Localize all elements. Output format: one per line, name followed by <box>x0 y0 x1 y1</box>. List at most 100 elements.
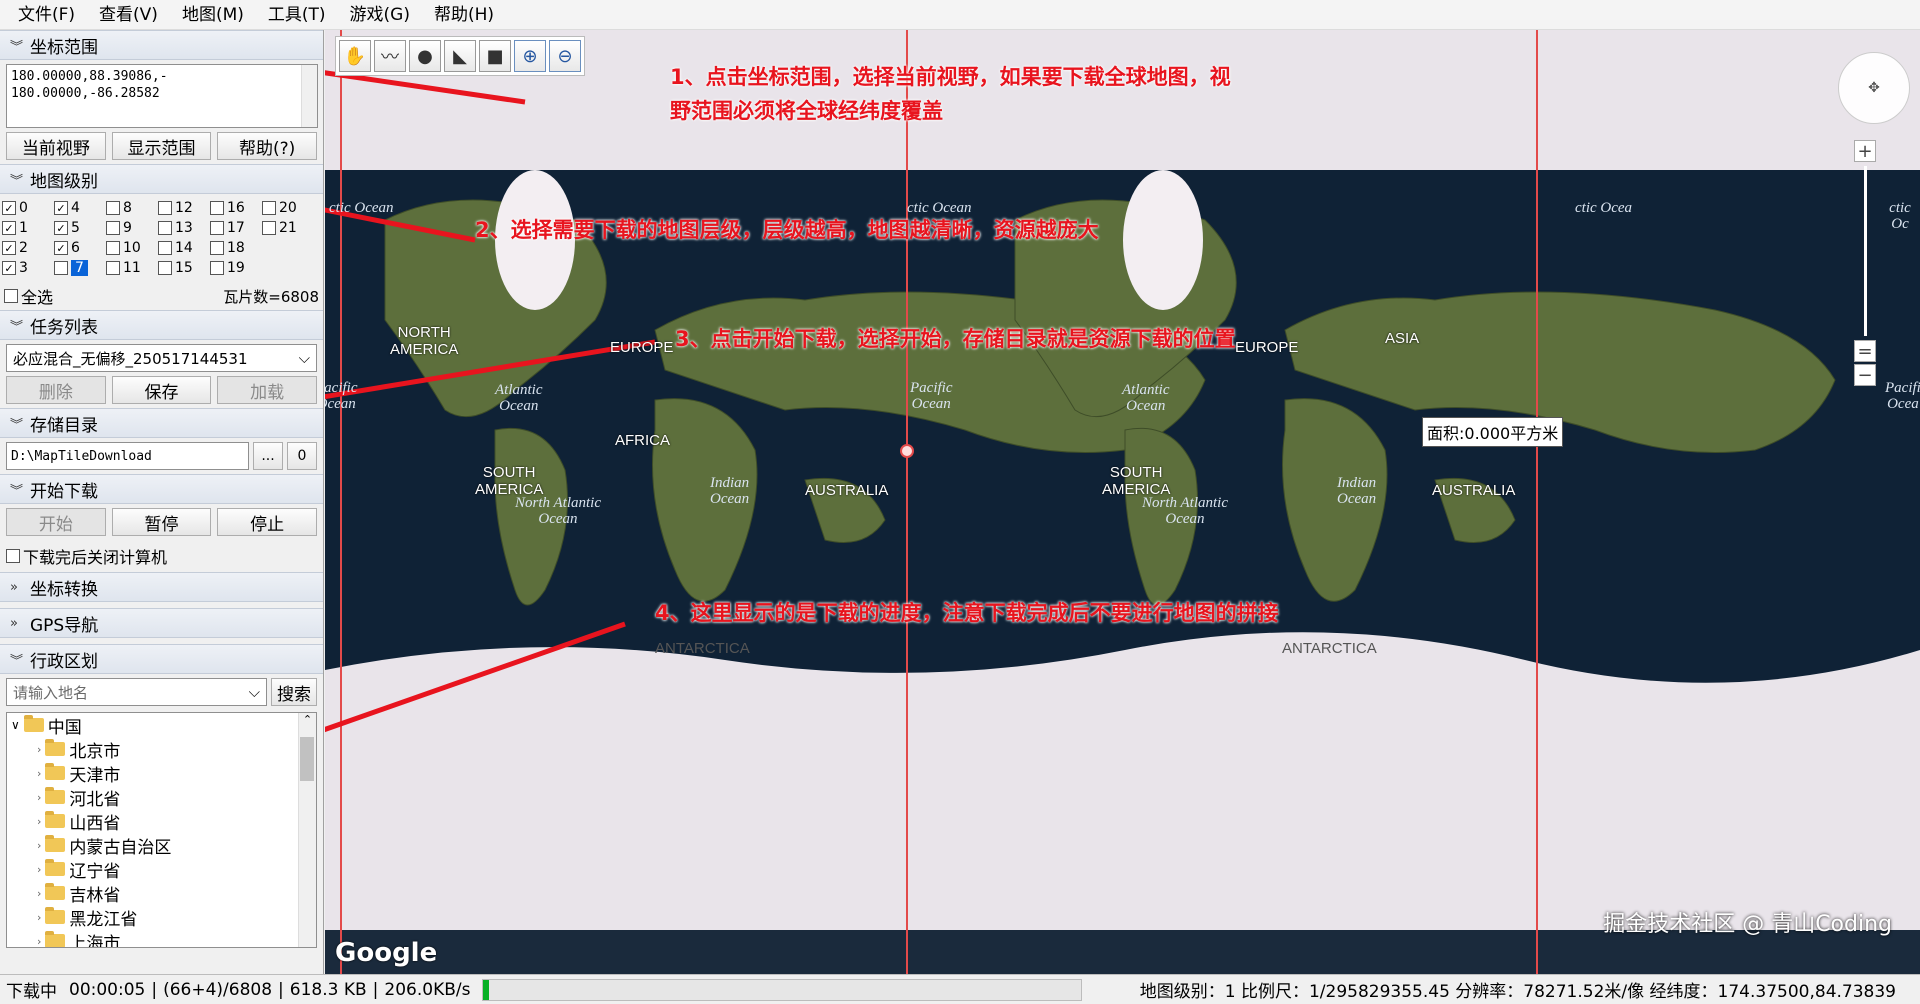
collapse-arrow-icon[interactable]: ∨ <box>11 718 20 732</box>
checkbox-box[interactable] <box>2 261 16 275</box>
save-button[interactable]: 保存 <box>111 376 212 404</box>
checkbox-box[interactable] <box>210 201 224 215</box>
checkbox-box[interactable] <box>158 261 172 275</box>
level-checkbox[interactable]: 15 <box>158 258 210 278</box>
menu-map[interactable]: 地图(M) <box>170 0 256 30</box>
level-checkbox[interactable] <box>262 258 314 278</box>
menu-file[interactable]: 文件(F) <box>6 0 87 30</box>
storage-section-header[interactable]: ︾ 存储目录 <box>0 408 323 438</box>
level-checkbox[interactable]: 18 <box>210 238 262 258</box>
level-checkbox[interactable]: 0 <box>2 198 54 218</box>
checkbox-box[interactable] <box>54 201 68 215</box>
checkbox-box[interactable] <box>210 241 224 255</box>
download-section-header[interactable]: ︾ 开始下载 <box>0 474 323 504</box>
load-button[interactable]: 加载 <box>217 376 318 404</box>
checkbox-box[interactable] <box>106 201 120 215</box>
expand-arrow-icon[interactable]: › <box>37 935 41 948</box>
search-button[interactable]: 搜索 <box>271 678 317 706</box>
tree-node-province[interactable]: › 山西省 <box>7 809 316 834</box>
expand-arrow-icon[interactable]: › <box>37 815 41 828</box>
tree-node-china[interactable]: ∨ 中国 <box>7 713 316 738</box>
checkbox-box[interactable] <box>4 289 18 303</box>
zoom-in-icon[interactable]: ⊕ <box>514 40 546 72</box>
rectangle-tool-icon[interactable]: ■ <box>479 40 511 72</box>
polyline-tool-icon[interactable]: 〰 <box>374 40 406 72</box>
expand-arrow-icon[interactable]: › <box>37 767 41 780</box>
scrollbar-thumb[interactable] <box>300 737 314 781</box>
circle-tool-icon[interactable]: ● <box>409 40 441 72</box>
level-section-header[interactable]: ︾ 地图级别 <box>0 164 323 194</box>
pan-hand-icon[interactable]: ✋ <box>339 40 371 72</box>
checkbox-box[interactable] <box>2 221 16 235</box>
zoom-out-icon[interactable]: ⊖ <box>549 40 581 72</box>
level-checkbox[interactable] <box>262 238 314 258</box>
tree-node-province[interactable]: › 吉林省 <box>7 881 316 906</box>
task-section-header[interactable]: ︾ 任务列表 <box>0 310 323 340</box>
level-checkbox[interactable]: 10 <box>106 238 158 258</box>
level-checkbox[interactable]: 17 <box>210 218 262 238</box>
browse-button[interactable]: ... <box>253 442 283 470</box>
textbox-scrollbar[interactable] <box>301 65 317 127</box>
expand-arrow-icon[interactable]: › <box>37 839 41 852</box>
checkbox-box[interactable] <box>210 221 224 235</box>
current-view-button[interactable]: 当前视野 <box>6 132 106 160</box>
zoom-slider[interactable]: + = − <box>1854 140 1876 390</box>
pause-button[interactable]: 暂停 <box>111 508 212 536</box>
gps-header[interactable]: » GPS导航 <box>0 608 323 638</box>
zoom-handle[interactable]: = <box>1854 340 1876 362</box>
checkbox-box[interactable] <box>210 261 224 275</box>
level-checkbox[interactable]: 5 <box>54 218 106 238</box>
expand-arrow-icon[interactable]: › <box>37 743 41 756</box>
zoom-plus-icon[interactable]: + <box>1854 140 1876 162</box>
coord-section-header[interactable]: ︾ 坐标范围 <box>0 30 323 60</box>
level-checkbox[interactable]: 9 <box>106 218 158 238</box>
tree-node-province[interactable]: › 河北省 <box>7 785 316 810</box>
level-checkbox[interactable]: 1 <box>2 218 54 238</box>
level-checkbox[interactable]: 4 <box>54 198 106 218</box>
checkbox-box[interactable] <box>2 201 16 215</box>
pan-control[interactable]: ✥ <box>1838 52 1910 124</box>
map-view[interactable]: ✋ 〰 ● ◣ ■ ⊕ ⊖ ✥ + = − 面积:0.000平方米 Google… <box>325 30 1920 974</box>
level-checkbox[interactable]: 21 <box>262 218 314 238</box>
expand-arrow-icon[interactable]: › <box>37 911 41 924</box>
select-all-checkbox[interactable]: 全选 <box>4 284 53 308</box>
menu-tools[interactable]: 工具(T) <box>256 0 338 30</box>
polygon-tool-icon[interactable]: ◣ <box>444 40 476 72</box>
scroll-up-icon[interactable]: ⌃ <box>299 713 316 726</box>
level-checkbox[interactable]: 12 <box>158 198 210 218</box>
zero-field[interactable]: 0 <box>287 442 317 470</box>
level-checkbox[interactable]: 19 <box>210 258 262 278</box>
checkbox-box[interactable] <box>54 241 68 255</box>
tree-node-province[interactable]: › 内蒙古自治区 <box>7 833 316 858</box>
task-dropdown[interactable]: 必应混合_无偏移_250517144531 ⌵ <box>6 344 317 372</box>
level-checkbox[interactable]: 16 <box>210 198 262 218</box>
show-range-button[interactable]: 显示范围 <box>111 132 212 160</box>
checkbox-box[interactable] <box>54 261 68 275</box>
stop-button[interactable]: 停止 <box>217 508 318 536</box>
level-checkbox[interactable]: 7 <box>54 258 106 278</box>
zoom-minus-icon[interactable]: − <box>1854 364 1876 386</box>
expand-arrow-icon[interactable]: › <box>37 791 41 804</box>
tree-scrollbar[interactable]: ⌃ <box>298 713 316 947</box>
level-checkbox[interactable]: 3 <box>2 258 54 278</box>
checkbox-box[interactable] <box>106 221 120 235</box>
checkbox-box[interactable] <box>262 201 276 215</box>
tree-node-province[interactable]: › 上海市 <box>7 929 316 948</box>
checkbox-box[interactable] <box>6 549 20 563</box>
tree-node-province[interactable]: › 辽宁省 <box>7 857 316 882</box>
level-checkbox[interactable]: 2 <box>2 238 54 258</box>
coord-convert-header[interactable]: » 坐标转换 <box>0 572 323 602</box>
checkbox-box[interactable] <box>262 221 276 235</box>
zoom-track[interactable] <box>1863 166 1867 336</box>
checkbox-box[interactable] <box>158 241 172 255</box>
level-checkbox[interactable]: 6 <box>54 238 106 258</box>
start-button[interactable]: 开始 <box>6 508 106 536</box>
place-search-input[interactable]: 请输入地名 ⌵ <box>6 678 267 706</box>
menu-games[interactable]: 游戏(G) <box>338 0 422 30</box>
menu-view[interactable]: 查看(V) <box>87 0 170 30</box>
checkbox-box[interactable] <box>54 221 68 235</box>
level-checkbox[interactable]: 8 <box>106 198 158 218</box>
tree-node-province[interactable]: › 黑龙江省 <box>7 905 316 930</box>
checkbox-box[interactable] <box>106 241 120 255</box>
tree-node-province[interactable]: › 天津市 <box>7 761 316 786</box>
